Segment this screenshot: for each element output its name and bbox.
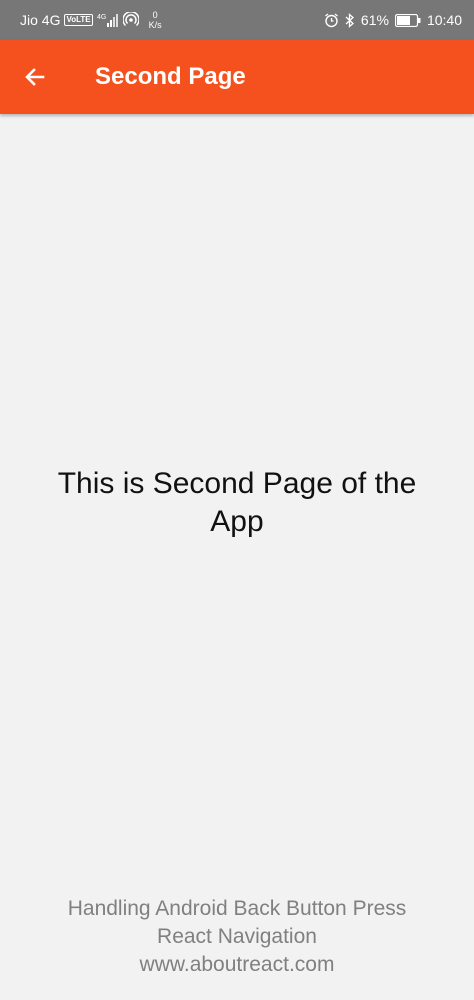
page-title: Second Page bbox=[95, 63, 246, 90]
net-speed-value: 0 bbox=[152, 10, 158, 20]
hotspot-icon bbox=[122, 12, 139, 28]
footer-line-1: Handling Android Back Button Press bbox=[67, 897, 407, 920]
net-speed: 0 K/s bbox=[149, 10, 162, 30]
back-button[interactable] bbox=[0, 40, 70, 114]
carrier-label: Jio 4G bbox=[20, 12, 61, 28]
status-bar-right: 61% 10:40 bbox=[324, 12, 462, 28]
network-type-label: 4G bbox=[97, 14, 106, 21]
status-bar-left: Jio 4G VoLTE 4G 0 K/s bbox=[20, 10, 162, 30]
alarm-icon bbox=[324, 12, 339, 28]
main-message: This is Second Page of the App bbox=[57, 467, 417, 538]
app-bar: Second Page bbox=[0, 40, 474, 114]
footer: Handling Android Back Button Press React… bbox=[0, 895, 474, 979]
volte-badge: VoLTE bbox=[64, 14, 93, 26]
footer-line-2: React Navigation bbox=[157, 925, 317, 948]
status-bar: Jio 4G VoLTE 4G 0 K/s 61% 10:40 bbox=[0, 0, 474, 40]
net-speed-unit: K/s bbox=[148, 20, 162, 30]
bluetooth-icon bbox=[345, 12, 355, 28]
back-arrow-icon bbox=[23, 65, 47, 89]
footer-link[interactable]: www.aboutreact.com bbox=[0, 951, 474, 979]
battery-percent: 61% bbox=[360, 12, 389, 28]
battery-icon bbox=[394, 13, 421, 27]
clock: 10:40 bbox=[426, 12, 462, 28]
signal-icon: 4G bbox=[97, 13, 119, 27]
